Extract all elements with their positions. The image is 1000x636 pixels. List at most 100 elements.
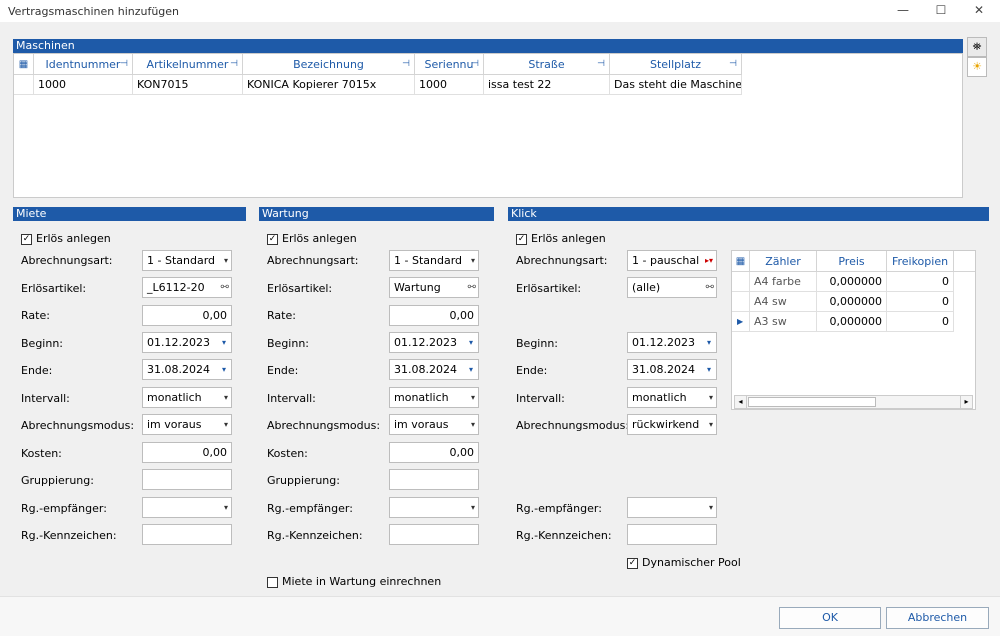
cell-ident[interactable]: 1000 — [34, 75, 133, 95]
klick-abrechnungsart-select[interactable]: 1 - pauschal ▸▾ — [627, 250, 717, 271]
cell-frei[interactable]: 0 — [887, 272, 954, 292]
wartung-ende-date[interactable]: 31.08.2024 ▾ — [389, 359, 479, 380]
wartung-modus-select[interactable]: im voraus ▾ — [389, 414, 479, 435]
wartung-beginn-date[interactable]: 01.12.2023 ▾ — [389, 332, 479, 353]
pin-icon[interactable]: ⊣ — [402, 54, 410, 75]
cell-preis[interactable]: 0,000000 — [817, 272, 887, 292]
table-row[interactable]: 1000 KON7015 KONICA Kopierer 7015x 1000 … — [14, 75, 742, 95]
col-freikopien[interactable]: Freikopien — [887, 251, 954, 272]
klick-beginn-date[interactable]: 01.12.2023 ▾ — [627, 332, 717, 353]
miete-beginn-date[interactable]: 01.12.2023 ▾ — [142, 332, 232, 353]
close-button[interactable]: ✕ — [960, 0, 998, 22]
cell-strasse[interactable]: issa test 22 — [484, 75, 610, 95]
wartung-gruppierung-input[interactable] — [389, 469, 479, 490]
table-row[interactable]: ▶ A3 sw 0,000000 0 — [732, 312, 975, 332]
col-artikelnummer[interactable]: Artikelnummer ⊣ — [133, 54, 243, 75]
col-zaehler[interactable]: Zähler — [750, 251, 817, 272]
miete-abrechnungsart-select[interactable]: 1 - Standard ▾ — [142, 250, 232, 271]
checkbox-icon[interactable]: ✓ — [516, 233, 527, 245]
klick-ende-date[interactable]: 31.08.2024 ▾ — [627, 359, 717, 380]
chevron-down-icon: ▾ — [708, 393, 713, 402]
abbrechen-button[interactable]: Abbrechen — [886, 607, 989, 629]
column-chooser-icon[interactable]: ▦ — [732, 251, 750, 272]
cell-serien[interactable]: 1000 — [415, 75, 484, 95]
calendar-dropdown-icon[interactable]: ▾ — [464, 360, 478, 379]
scroll-left-icon[interactable]: ◂ — [735, 396, 747, 408]
calendar-dropdown-icon[interactable]: ▾ — [702, 360, 716, 379]
binoculars-icon[interactable]: ⚯ — [221, 278, 229, 297]
col-identnummer[interactable]: Identnummer ⊣ — [34, 54, 133, 75]
wartung-empfaenger-select[interactable]: ▾ — [389, 497, 479, 518]
scroll-right-icon[interactable]: ▸ — [960, 396, 972, 408]
wartung-erloesartikel-field[interactable]: Wartung ⚯ — [389, 277, 479, 298]
wartung-abrechnungsart-select[interactable]: 1 - Standard ▾ — [389, 250, 479, 271]
pin-icon[interactable]: ⊣ — [729, 54, 737, 75]
cell-stellplatz[interactable]: Das steht die Maschine — [610, 75, 742, 95]
table-row[interactable]: A4 sw 0,000000 0 — [732, 292, 975, 312]
cell-zaehler[interactable]: A3 sw — [750, 312, 817, 332]
miete-empfaenger-select[interactable]: ▾ — [142, 497, 232, 518]
cell-frei[interactable]: 0 — [887, 292, 954, 312]
klick-erloes-checkbox[interactable]: ✓ Erlös anlegen — [516, 232, 606, 245]
table-row[interactable]: A4 farbe 0,000000 0 — [732, 272, 975, 292]
checkbox-icon[interactable]: ✓ — [21, 233, 32, 245]
calendar-dropdown-icon[interactable]: ▾ — [217, 360, 231, 379]
cell-frei[interactable]: 0 — [887, 312, 954, 332]
miete-erloesartikel-field[interactable]: _L6112-20 ⚯ — [142, 277, 232, 298]
horizontal-scrollbar[interactable]: ◂ ▸ — [734, 395, 973, 409]
klick-empfaenger-select[interactable]: ▾ — [627, 497, 717, 518]
miete-erloes-checkbox[interactable]: ✓ Erlös anlegen — [21, 232, 111, 245]
pin-icon[interactable]: ⊣ — [230, 54, 238, 75]
calendar-dropdown-icon[interactable]: ▾ — [702, 333, 716, 352]
cell-preis[interactable]: 0,000000 — [817, 292, 887, 312]
miete-kosten-input[interactable]: 0,00 — [142, 442, 232, 463]
klick-modus-select[interactable]: rückwirkend ▾ — [627, 414, 717, 435]
scroll-thumb[interactable] — [748, 397, 876, 407]
binoculars-icon[interactable]: ⛯ — [967, 37, 987, 57]
klick-erloesartikel-field[interactable]: (alle) ⚯ — [627, 277, 717, 298]
ok-button[interactable]: OK — [779, 607, 881, 629]
wartung-erloes-checkbox[interactable]: ✓ Erlös anlegen — [267, 232, 357, 245]
dynamischer-pool-checkbox[interactable]: ✓ Dynamischer Pool — [627, 556, 741, 569]
pin-icon[interactable]: ⊣ — [120, 54, 128, 75]
col-more[interactable] — [954, 251, 975, 272]
cell-zaehler[interactable]: A4 farbe — [750, 272, 817, 292]
calendar-dropdown-icon[interactable]: ▾ — [217, 333, 231, 352]
miete-in-wartung-checkbox[interactable]: Miete in Wartung einrechnen — [267, 575, 441, 588]
miete-kennzeichen-input[interactable] — [142, 524, 232, 545]
klick-intervall-select[interactable]: monatlich ▾ — [627, 387, 717, 408]
checkbox-icon[interactable]: ✓ — [267, 233, 278, 245]
cell-bezeichnung[interactable]: KONICA Kopierer 7015x — [243, 75, 415, 95]
checkbox-icon[interactable] — [267, 576, 278, 588]
wartung-intervall-select[interactable]: monatlich ▾ — [389, 387, 479, 408]
col-bezeichnung[interactable]: Bezeichnung ⊣ — [243, 54, 415, 75]
cell-zaehler[interactable]: A4 sw — [750, 292, 817, 312]
checkbox-icon[interactable]: ✓ — [627, 557, 638, 569]
cell-artikel[interactable]: KON7015 — [133, 75, 243, 95]
row-indicator — [732, 292, 750, 312]
minimize-button[interactable]: — — [884, 0, 922, 22]
binoculars-icon[interactable]: ⚯ — [706, 278, 714, 297]
maximize-button[interactable]: ☐ — [922, 0, 960, 22]
miete-ende-date[interactable]: 31.08.2024 ▾ — [142, 359, 232, 380]
cell-preis[interactable]: 0,000000 — [817, 312, 887, 332]
col-strasse[interactable]: Straße ⊣ — [484, 54, 610, 75]
wartung-kennzeichen-input[interactable] — [389, 524, 479, 545]
miete-rate-input[interactable]: 0,00 — [142, 305, 232, 326]
col-stellplatz[interactable]: Stellplatz ⊣ — [610, 54, 742, 75]
wartung-kosten-input[interactable]: 0,00 — [389, 442, 479, 463]
miete-modus-select[interactable]: im voraus ▾ — [142, 414, 232, 435]
miete-gruppierung-input[interactable] — [142, 469, 232, 490]
col-preis[interactable]: Preis — [817, 251, 887, 272]
miete-intervall-select[interactable]: monatlich ▾ — [142, 387, 232, 408]
calendar-dropdown-icon[interactable]: ▾ — [464, 333, 478, 352]
row-indicator — [14, 75, 34, 95]
column-chooser-icon[interactable]: ▦ — [14, 54, 34, 75]
sun-icon[interactable]: ☀ — [967, 57, 987, 77]
wartung-rate-input[interactable]: 0,00 — [389, 305, 479, 326]
binoculars-icon[interactable]: ⚯ — [468, 278, 476, 297]
pin-icon[interactable]: ⊣ — [597, 54, 605, 75]
klick-kennzeichen-input[interactable] — [627, 524, 717, 545]
col-seriennummer[interactable]: Seriennu ⊣ — [415, 54, 484, 75]
pin-icon[interactable]: ⊣ — [471, 54, 479, 75]
